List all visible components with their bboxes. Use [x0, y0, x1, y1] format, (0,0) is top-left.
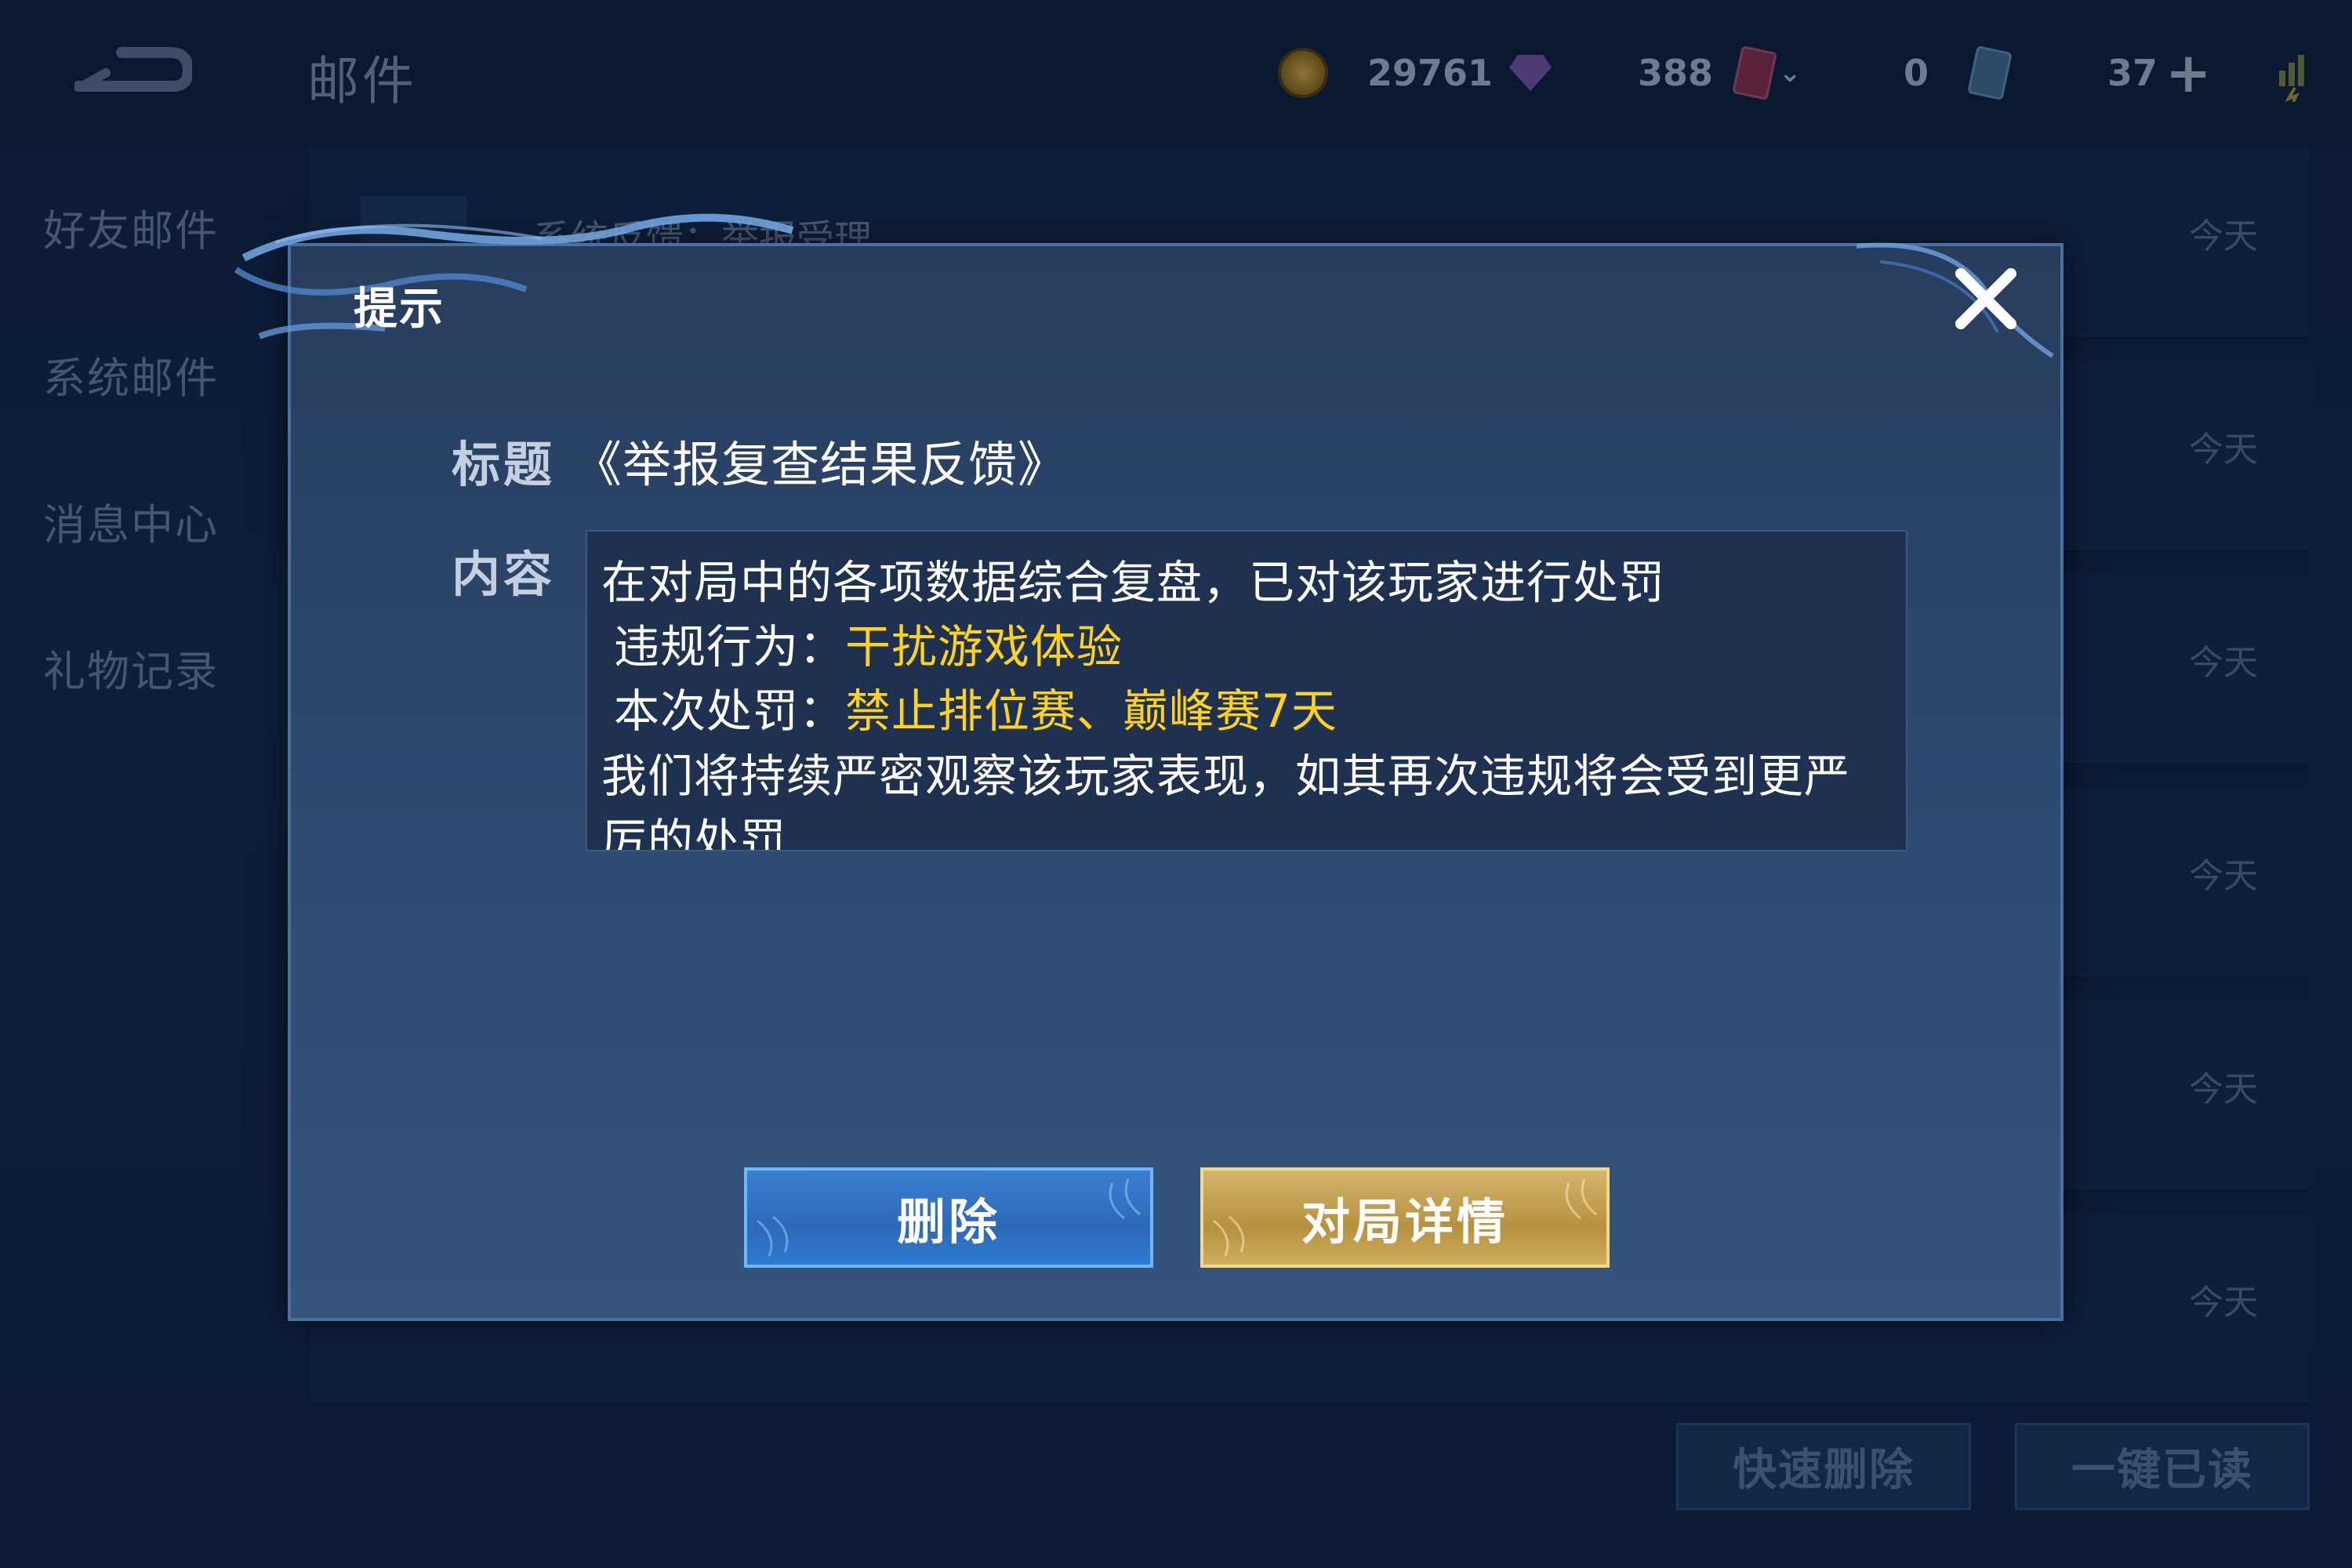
gem-icon [1509, 55, 1552, 91]
top-bar: 邮件 29761 388 ⌄ 0 37 + [0, 0, 2352, 145]
quick-delete-button[interactable]: 快速删除 [1676, 1423, 1971, 1510]
penalty-label: 本次处罚： [614, 684, 846, 738]
ticket-currency: 0 [1904, 45, 2013, 101]
gold-coin-icon [1278, 48, 1328, 98]
card-currency: ⌄ [1732, 45, 1802, 101]
button-decoration [757, 1215, 789, 1257]
dialog-heading: 提示 [354, 284, 445, 335]
mail-date: 今天 [2189, 430, 2258, 470]
plus-icon[interactable]: + [2165, 45, 2212, 100]
gem-currency: 388 [1509, 45, 1713, 100]
sidebar-item-gift-records[interactable]: 礼物记录 [43, 637, 219, 699]
close-icon[interactable] [1953, 266, 2019, 332]
chevron-down-icon[interactable]: ⌄ [1779, 57, 1802, 89]
mark-all-read-button[interactable]: 一键已读 [2015, 1423, 2310, 1510]
notice-dialog: 提示 标题 《举报复查结果反馈》 内容 在对局中的各项数据综合复盘，已对该玩家进… [234, 213, 2063, 1321]
page-title: 邮件 [307, 51, 417, 111]
back-arrow-icon[interactable] [74, 43, 192, 98]
gold-currency: 29761 [1278, 45, 1493, 100]
mail-date: 今天 [2189, 643, 2258, 683]
penalty-value: 禁止排位赛、巅峰赛7天 [845, 684, 1338, 738]
sidebar-item-system-mail[interactable]: 系统邮件 [43, 343, 219, 405]
mail-date: 今天 [2189, 1069, 2258, 1109]
match-details-button[interactable]: 对局详情 [1200, 1167, 1610, 1268]
card-icon [1732, 45, 1777, 101]
button-decoration [1213, 1215, 1245, 1257]
content-line-penalty: 本次处罚：禁止排位赛、巅峰赛7天 [614, 674, 1338, 740]
content-line-warning-cont: 厉的处罚 [601, 814, 787, 851]
ticket-icon [1967, 45, 2013, 101]
mail-date: 今天 [2189, 216, 2258, 256]
delete-button[interactable]: 删除 [744, 1167, 1153, 1268]
content-line-intro: 在对局中的各项数据综合复盘，已对该玩家进行处罚 [601, 556, 1666, 609]
sidebar-item-message-center[interactable]: 消息中心 [43, 490, 219, 552]
energy-amount: 37 [2107, 52, 2158, 94]
mail-date: 今天 [2189, 856, 2258, 896]
button-decoration [1565, 1178, 1597, 1220]
content-line-warning: 我们将持续严密观察该玩家表现，如其再次违规将会受到更严 [601, 750, 1851, 803]
sidebar-item-friend-mail[interactable]: 好友邮件 [43, 196, 219, 258]
ticket-amount: 0 [1904, 52, 1929, 94]
gold-amount: 29761 [1367, 52, 1494, 94]
content-box[interactable]: 在对局中的各项数据综合复盘，已对该玩家进行处罚 违规行为：干扰游戏体验 本次处罚… [586, 530, 1907, 851]
gem-amount: 388 [1638, 52, 1714, 94]
violation-label: 违规行为： [614, 620, 846, 673]
signal-icon [2279, 55, 2304, 102]
button-decoration [1109, 1178, 1141, 1220]
match-details-label: 对局详情 [1301, 1193, 1508, 1250]
mail-subject: 《举报复查结果反馈》 [573, 436, 1068, 493]
title-label: 标题 [452, 436, 556, 493]
mail-date: 今天 [2189, 1283, 2258, 1323]
energy-currency: 37 + [2107, 45, 2212, 100]
delete-label: 删除 [896, 1193, 1000, 1250]
content-line-violation: 违规行为：干扰游戏体验 [614, 610, 1123, 676]
close-button[interactable] [1943, 256, 2029, 342]
violation-value: 干扰游戏体验 [845, 620, 1123, 673]
content-label: 内容 [452, 546, 556, 603]
